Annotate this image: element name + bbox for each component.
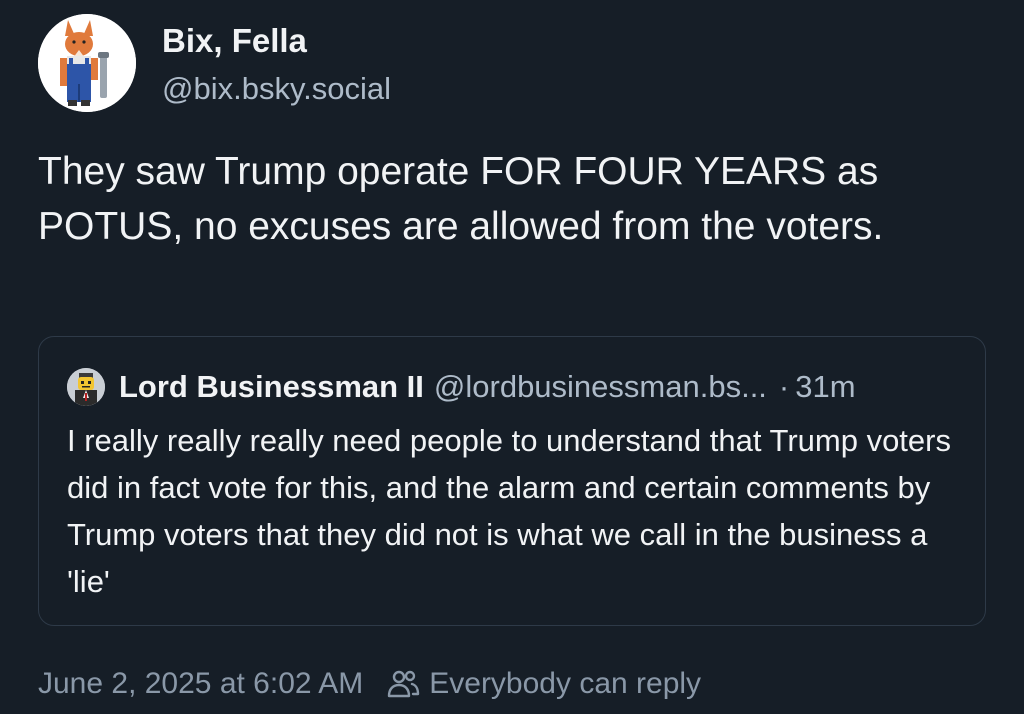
author-display-name[interactable]: Bix, Fella — [162, 21, 391, 61]
post-header: Bix, Fella @bix.bsky.social — [38, 14, 391, 112]
people-icon — [385, 666, 421, 702]
quoted-author-handle[interactable]: @lordbusinessman.bs... — [434, 367, 767, 407]
fox-avatar-icon — [38, 14, 136, 112]
quoted-post-text: I really really really need people to un… — [67, 423, 951, 599]
reply-setting-label: Everybody can reply — [429, 667, 702, 700]
separator-dot: · — [778, 369, 790, 404]
quoted-post-time[interactable]: 31m — [795, 367, 855, 407]
lego-figure-icon — [67, 368, 105, 406]
author-handle[interactable]: @bix.bsky.social — [162, 69, 391, 109]
post-footer: June 2, 2025 at 6:02 AM Everybody can re… — [38, 664, 701, 704]
reply-setting-button[interactable]: Everybody can reply — [385, 664, 701, 704]
quoted-post[interactable]: Lord Businessman II @lordbusinessman.bs.… — [38, 336, 986, 626]
post-timestamp: June 2, 2025 at 6:02 AM — [38, 667, 364, 700]
quoted-author-display-name[interactable]: Lord Businessman II — [119, 367, 424, 407]
author-names: Bix, Fella @bix.bsky.social — [162, 17, 391, 109]
post-container: Bix, Fella @bix.bsky.social They saw Tru… — [0, 0, 1024, 714]
author-avatar[interactable] — [38, 14, 136, 112]
quoted-author-avatar[interactable] — [67, 368, 105, 406]
quoted-post-header: Lord Businessman II @lordbusinessman.bs.… — [67, 367, 856, 407]
post-text: They saw Trump operate FOR FOUR YEARS as… — [38, 150, 884, 248]
